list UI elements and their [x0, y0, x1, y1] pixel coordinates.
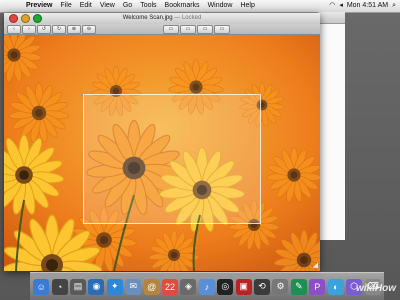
annotate-button[interactable]: ▭	[214, 24, 230, 34]
photo-booth-icon[interactable]: ▣	[235, 278, 252, 295]
zoom-in-button[interactable]: ⊕	[67, 24, 81, 34]
menu-tools[interactable]: Tools	[136, 0, 160, 12]
address-book-icon[interactable]: @	[143, 278, 160, 295]
next-button[interactable]: ›	[22, 24, 36, 34]
itunes-icon[interactable]: ♪	[198, 278, 215, 295]
wifi-icon[interactable]: ◠	[329, 0, 335, 12]
menu-go[interactable]: Go	[119, 0, 136, 12]
image-canvas[interactable]: ◢	[4, 35, 320, 271]
select-tool-button[interactable]: ▭	[197, 24, 213, 34]
watermark-logo: wikiHow	[355, 283, 396, 294]
menu-window[interactable]: Window	[204, 0, 237, 12]
sidebar-button[interactable]: ▭	[180, 24, 196, 34]
resize-grip-icon[interactable]: ◢	[313, 261, 318, 269]
preview-window: Welcome Scan.jpg — Locked ‹ › ↺ ↻ ⊕ ⊖ ▭ …	[4, 13, 320, 271]
toolbar: ‹ › ↺ ↻ ⊕ ⊖ ▭ ▭ ▭ ▭	[4, 24, 320, 35]
dashboard-icon[interactable]: ◔	[51, 278, 68, 295]
ical-icon[interactable]: 22	[162, 278, 179, 295]
app-icon[interactable]: ◐	[327, 278, 344, 295]
window-title-text: Welcome Scan.jpg	[122, 15, 173, 21]
app-icon[interactable]: P	[309, 278, 326, 295]
app-icon[interactable]: ◉	[88, 278, 105, 295]
menu-preview[interactable]: Preview	[22, 0, 56, 12]
selection-rectangle[interactable]	[83, 94, 261, 224]
window-titlebar[interactable]: Welcome Scan.jpg — Locked	[4, 13, 320, 24]
window-title: Welcome Scan.jpg — Locked	[4, 15, 320, 21]
mail-icon[interactable]: ✉	[125, 278, 142, 295]
dvd-icon[interactable]: ◎	[217, 278, 234, 295]
zoom-out-button[interactable]: ⊖	[82, 24, 96, 34]
finder-icon[interactable]: ☺	[33, 278, 50, 295]
dock: ☺ ◔ ▤ ◉ ✦ ✉ @22 ◈ ♪ ◎ ▣ ⟲ ⚙ ✎ P ◐ ⬡ ⌫	[30, 272, 384, 300]
previous-button[interactable]: ‹	[7, 24, 21, 34]
system-preferences-icon[interactable]: ⚙	[272, 278, 289, 295]
volume-icon[interactable]: ◂	[339, 0, 343, 12]
locked-label: — Locked	[172, 15, 202, 21]
app-icon[interactable]: ▤	[70, 278, 87, 295]
spotlight-icon[interactable]: ⌕	[392, 0, 396, 12]
menu-edit[interactable]: Edit	[76, 0, 96, 12]
photo-icon[interactable]: ◈	[180, 278, 197, 295]
time-machine-icon[interactable]: ⟲	[254, 278, 271, 295]
menu-file[interactable]: File	[56, 0, 75, 12]
view-mode-button[interactable]: ▭	[163, 24, 179, 34]
background-window[interactable]	[318, 12, 345, 240]
rotate-right-button[interactable]: ↻	[52, 24, 66, 34]
background-window-titlebar[interactable]	[319, 12, 345, 24]
rotate-left-button[interactable]: ↺	[37, 24, 51, 34]
app-icon[interactable]: ✎	[290, 278, 307, 295]
menu-help[interactable]: Help	[236, 0, 258, 12]
menu-view[interactable]: View	[96, 0, 119, 12]
clock[interactable]: Mon 4:51 AM	[347, 0, 388, 12]
menu-bookmarks[interactable]: Bookmarks	[161, 0, 204, 12]
safari-icon[interactable]: ✦	[106, 278, 123, 295]
